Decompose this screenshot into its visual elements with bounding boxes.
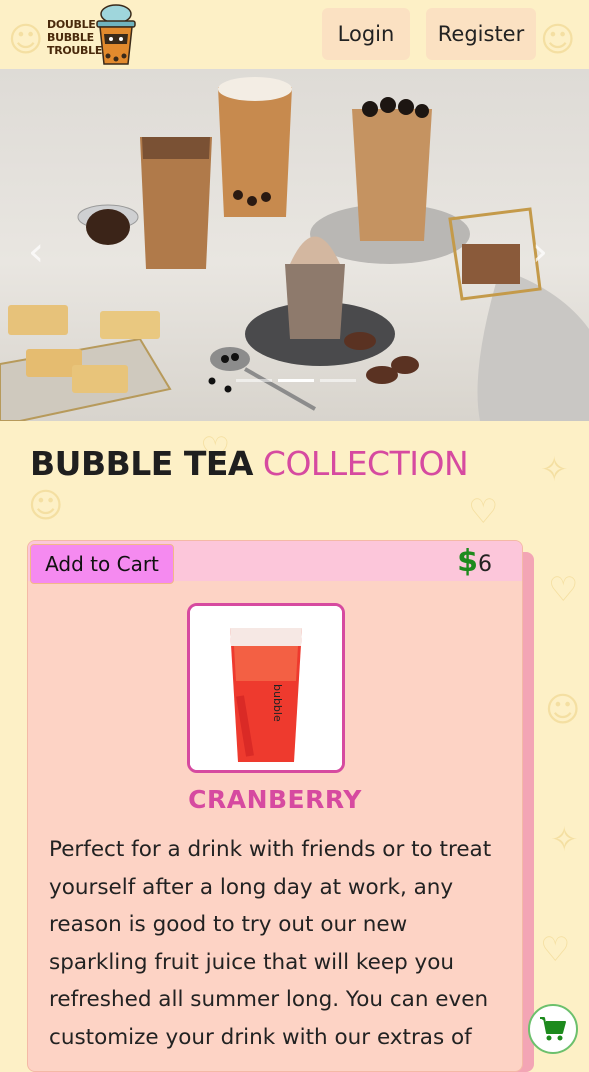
shopping-cart-icon xyxy=(540,1017,566,1041)
carousel-next-button[interactable]: › xyxy=(532,229,548,275)
section-title-main: BUBBLE TEA xyxy=(30,444,253,483)
cup-label: bubble xyxy=(271,684,284,722)
hero-image xyxy=(0,77,589,421)
star-icon: ✧ xyxy=(540,450,569,490)
star-icon: ✧ xyxy=(550,820,579,860)
cranberry-drink-image: bubble xyxy=(190,606,342,770)
product-price: $6 xyxy=(457,544,492,579)
carousel-indicator[interactable] xyxy=(278,379,314,382)
product-name: CRANBERRY xyxy=(188,785,362,814)
price-value: 6 xyxy=(478,552,492,577)
heart-icon: ♡ xyxy=(468,492,499,532)
carousel-indicator[interactable] xyxy=(320,379,356,382)
smiley-icon: ☺ xyxy=(545,690,581,730)
top-bar: DOUBLE BUBBLE TROUBLE Login Register xyxy=(0,0,589,69)
floating-cart-button[interactable] xyxy=(528,1004,578,1054)
carousel-prev-button[interactable]: ‹ xyxy=(28,229,44,275)
login-button[interactable]: Login xyxy=(322,8,410,60)
section-title-accent: COLLECTION xyxy=(262,444,469,483)
add-to-cart-button[interactable]: Add to Cart xyxy=(30,544,174,584)
smiley-icon: ☺ xyxy=(28,486,64,526)
bubble-tea-cup-icon xyxy=(96,4,136,65)
hero-carousel[interactable]: ‹ › xyxy=(0,69,589,421)
product-description: Perfect for a drink with friends or to t… xyxy=(49,837,492,1050)
product-image[interactable]: bubble xyxy=(187,603,345,773)
section-title: BUBBLE TEA COLLECTION xyxy=(30,444,469,483)
heart-icon: ♡ xyxy=(540,930,571,970)
heart-icon: ♡ xyxy=(548,570,579,610)
carousel-indicator[interactable] xyxy=(236,379,272,382)
product-card: Add to Cart $6 bubble CRANBERRY Perfect … xyxy=(27,540,523,1072)
carousel-indicators xyxy=(236,379,356,382)
register-button[interactable]: Register xyxy=(426,8,536,60)
brand-logo[interactable]: DOUBLE BUBBLE TROUBLE xyxy=(42,4,138,66)
currency-symbol: $ xyxy=(457,544,478,579)
